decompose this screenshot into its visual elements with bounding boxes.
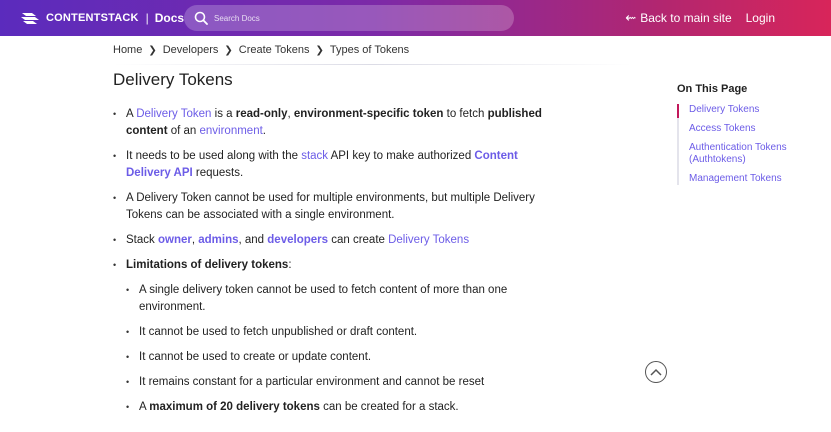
back-link-label: Back to main site [640,11,732,25]
list-item: A Delivery Token is a read-only, environ… [113,106,553,140]
toc-list: Delivery Tokens Access Tokens Authentica… [677,104,817,185]
text: Stack [126,234,158,246]
text: A [126,108,137,120]
text: API key to make authorized [328,150,475,162]
breadcrumb-separator-icon: ❯ [148,44,157,56]
main-content: A Delivery Token is a read-only, environ… [113,106,553,424]
owner-link[interactable]: owner [158,234,192,246]
environment-link[interactable]: environment [200,125,263,137]
bullet-list: A Delivery Token is a read-only, environ… [113,106,553,416]
list-item: A Delivery Token cannot be used for mult… [113,190,553,224]
bold-text: read-only [235,108,288,120]
search-icon [194,11,208,25]
back-arrow-icon: ⇜ [625,10,637,25]
breadcrumb-separator-icon: ❯ [315,44,324,56]
list-item: Limitations of delivery tokens: A single… [113,257,553,416]
breadcrumb: Home ❯ Developers ❯ Create Tokens ❯ Type… [113,44,409,56]
text: of an [167,125,200,137]
list-item: It cannot be used to fetch unpublished o… [126,324,553,341]
brand[interactable]: CONTENTSTACK | Docs [20,0,184,36]
text: can create [328,234,389,246]
developers-link[interactable]: developers [267,234,328,246]
text: is a [211,108,236,120]
breadcrumb-separator-icon: ❯ [224,44,233,56]
breadcrumb-create-tokens[interactable]: Create Tokens [239,44,310,56]
search-bar[interactable] [184,5,514,31]
toc-active-indicator [677,104,679,118]
breadcrumb-home[interactable]: Home [113,44,142,56]
top-navigation-bar: CONTENTSTACK | Docs ⇜ Back to main site … [0,0,831,36]
list-item: It needs to be used along with the stack… [113,148,553,182]
brand-docs-label: Docs [154,11,185,25]
text: A [139,401,150,413]
list-item: Stack owner, admins, and developers can … [113,232,553,249]
scroll-to-top-button[interactable] [645,361,667,383]
toc-item-access-tokens[interactable]: Access Tokens [689,123,817,135]
toc-item-authentication-tokens[interactable]: Authentication Tokens (Authtokens) [689,142,817,166]
text: , and [238,234,268,246]
delivery-token-link[interactable]: Delivery Token [136,108,211,120]
bold-text: Limitations of delivery tokens [126,259,289,271]
back-to-main-site-link[interactable]: ⇜ Back to main site [625,10,731,26]
text: A Delivery Token cannot be used for mult… [126,192,535,221]
toc-title: On This Page [677,83,748,95]
list-item: A maximum of 20 delivery tokens can be c… [126,399,553,416]
contentstack-logo-icon [21,13,39,24]
text: It needs to be used along with the [126,150,302,162]
breadcrumb-developers[interactable]: Developers [163,44,219,56]
bold-text: maximum of 20 delivery tokens [149,401,320,413]
list-item: It remains constant for a particular env… [126,374,553,391]
bold-text: environment-specific token [293,108,444,120]
delivery-tokens-link[interactable]: Delivery Tokens [388,234,469,246]
text: can be created for a stack. [319,401,459,413]
list-item: A single delivery token cannot be used t… [126,282,553,316]
text: : [288,259,292,271]
toc-item-delivery-tokens[interactable]: Delivery Tokens [689,104,817,116]
list-item: It cannot be used to create or update co… [126,349,553,366]
breadcrumb-types-of-tokens[interactable]: Types of Tokens [330,44,409,56]
top-links: ⇜ Back to main site Login [625,0,775,36]
chevron-up-icon [650,368,662,376]
on-this-page-nav: On This Page Delivery Tokens Access Toke… [677,83,817,192]
admins-link[interactable]: admins [198,234,238,246]
brand-name: CONTENTSTACK [46,12,139,24]
limitations-list: A single delivery token cannot be used t… [126,282,553,416]
brand-separator: | [145,11,149,25]
page-title: Delivery Tokens [113,70,233,89]
text: . [262,125,266,137]
title-divider [113,64,633,65]
toc-item-management-tokens[interactable]: Management Tokens [689,173,817,185]
text: to fetch [443,108,488,120]
login-link[interactable]: Login [746,11,775,25]
text: requests. [192,167,244,179]
search-input[interactable] [214,13,494,23]
stack-link[interactable]: stack [301,150,328,162]
